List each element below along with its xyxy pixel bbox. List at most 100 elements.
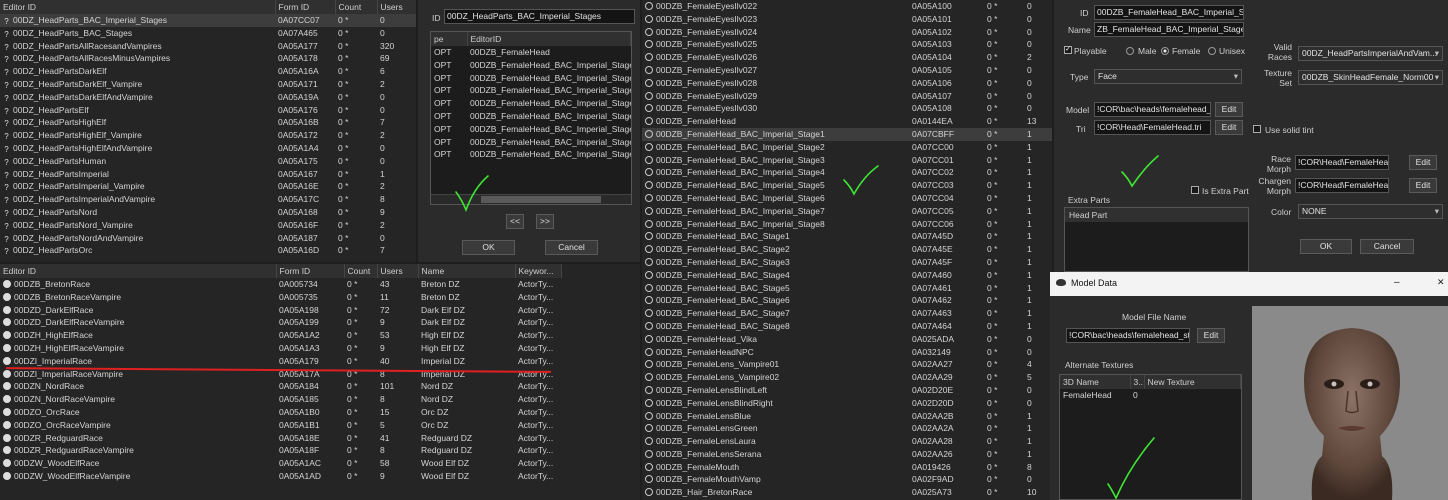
table-row[interactable]: ? 00DZ_HeadParts_BAC_Stages 0A07A465 0 * 0: [0, 27, 416, 40]
table-row[interactable]: 00DZB_FemaleMouth 0A019426 0 * 8: [642, 461, 1052, 474]
model-field[interactable]: !COR\bac\heads\femalehead_s: [1094, 102, 1211, 117]
chargen-morph-field[interactable]: !COR\Head\FemaleHeadCharG: [1295, 178, 1389, 193]
column-header[interactable]: 3..: [1130, 375, 1145, 389]
table-row[interactable]: 00DZB_FemaleLens_Vampire01 0A02AA27 0 * 4: [642, 358, 1052, 371]
table-row[interactable]: ? 00DZ_HeadPartsDarkElf 0A05A16A 0 * 6: [0, 65, 416, 78]
column-header[interactable]: 3D Name: [1060, 375, 1131, 389]
table-row[interactable]: ? 00DZ_HeadPartsImperial_Vampire 0A05A16E 0…: [0, 180, 416, 193]
table-row[interactable]: 00DZB_FemaleLensBlue 0A02AA2B 0 * 1: [642, 410, 1052, 423]
valid-races-select[interactable]: 00DZ_HeadPartsImperialAndVam...: [1298, 46, 1443, 61]
race-morph-field[interactable]: !COR\Head\FemaleHeadRaces: [1295, 155, 1389, 170]
table-row[interactable]: 00DZB_FemaleHead_BAC_Stage1 0A07A45D 0 * 1: [642, 230, 1052, 243]
table-row[interactable]: FemaleHead 0: [1060, 389, 1241, 402]
table-row[interactable]: 00DZB_FemaleHead_Vika 0A025ADA 0 * 0: [642, 333, 1052, 346]
table-row[interactable]: 00DZB_FemaleLensLaura 0A02AA28 0 * 1: [642, 435, 1052, 448]
table-row[interactable]: ? 00DZ_HeadPartsElf 0A05A176 0 * 0: [0, 104, 416, 117]
table-row[interactable]: ? 00DZ_HeadPartsHighElf_Vampire 0A05A172 0 …: [0, 129, 416, 142]
column-header[interactable]: Editor ID: [0, 264, 277, 278]
column-header[interactable]: Users: [377, 264, 419, 278]
table-row[interactable]: 00DZR_RedguardRaceVampire 0A05A18F 0 * 8 Red…: [0, 444, 640, 457]
table-row[interactable]: 00DZB_FemaleHead_BAC_Stage8 0A07A464 0 * 1: [642, 320, 1052, 333]
table-row[interactable]: 00DZD_DarkElfRaceVampire 0A05A199 0 * 9 Dark…: [0, 316, 640, 329]
cancel-button[interactable]: Cancel: [545, 240, 598, 255]
close-button[interactable]: ✕: [1437, 277, 1445, 288]
extra-parts-list[interactable]: Head Part: [1064, 207, 1249, 272]
table-row[interactable]: 00DZB_FemaleLensBlindRight 0A02D20D 0 * 0: [642, 397, 1052, 410]
table-row[interactable]: ? 00DZ_HeadPartsNord 0A05A168 0 * 9: [0, 206, 416, 219]
table-row[interactable]: ? 00DZ_HeadPartsHuman 0A05A175 0 * 0: [0, 155, 416, 168]
table-row[interactable]: 00DZB_BretonRace 0A005734 0 * 43 Breton DZ Ac…: [0, 278, 640, 291]
table-row[interactable]: ? 00DZ_HeadParts_BAC_Imperial_Stages 0A07C…: [0, 14, 416, 27]
name-field[interactable]: ZB_FemaleHead_BAC_Imperial_Stage1: [1094, 22, 1244, 37]
column-header[interactable]: EditorID: [467, 32, 631, 46]
column-header[interactable]: Count: [335, 0, 378, 14]
scrollbar-thumb[interactable]: [481, 196, 601, 203]
tri-field[interactable]: !COR\Head\FemaleHead.tri: [1094, 120, 1211, 135]
race-morph-edit-button[interactable]: Edit: [1409, 155, 1437, 170]
table-row[interactable]: 00DZW_WoodElfRace 0A05A1AC 0 * 58 Wood Elf D…: [0, 457, 640, 470]
table-row[interactable]: 00DZB_BretonRaceVampire 0A005735 0 * 11 Bret…: [0, 291, 640, 304]
table-row[interactable]: 00DZN_NordRaceVampire 0A05A185 0 * 8 Nord DZ…: [0, 393, 640, 406]
column-header[interactable]: pe: [431, 32, 468, 46]
column-header[interactable]: Users: [377, 0, 416, 14]
table-row[interactable]: 00DZW_WoodElfRaceVampire 0A05A1AD 0 * 9 Wood…: [0, 470, 640, 483]
table-row[interactable]: 00DZB_FemaleLensSerana 0A02AA26 0 * 1: [642, 448, 1052, 461]
table-row[interactable]: OPT 00DZB_FemaleHead_BAC_Imperial_Stage4: [431, 97, 631, 110]
table-row[interactable]: 00DZI_ImperialRace 0A05A179 0 * 40 Imperial …: [0, 355, 640, 368]
color-select[interactable]: NONE: [1298, 204, 1443, 219]
table-row[interactable]: 00DZB_FemaleEyesIlv022 0A05A100 0 * 0: [642, 0, 1052, 13]
table-row[interactable]: OPT 00DZB_FemaleHead_BAC_Imperial_Stage5: [431, 110, 631, 123]
table-row[interactable]: 00DZB_FemaleHead 0A0144EA 0 * 13: [642, 115, 1052, 128]
table-row[interactable]: 00DZB_FemaleHead_BAC_Imperial_Stage2 0A07…: [642, 141, 1052, 154]
table-row[interactable]: 00DZB_FemaleHead_BAC_Imperial_Stage7 0A07…: [642, 205, 1052, 218]
table-row[interactable]: 00DZB_FemaleEyesIlv029 0A05A107 0 * 0: [642, 90, 1052, 103]
column-header[interactable]: Name: [418, 264, 516, 278]
table-row[interactable]: 00DZH_HighElfRaceVampire 0A05A1A3 0 * 9 High…: [0, 342, 640, 355]
table-row[interactable]: 00DZB_Hair_BretonRace 0A025A73 0 * 10: [642, 486, 1052, 499]
column-header[interactable]: Form ID: [275, 0, 336, 14]
minimize-button[interactable]: –: [1394, 277, 1400, 288]
table-row[interactable]: 00DZB_FemaleLensGreen 0A02AA2A 0 * 1: [642, 422, 1052, 435]
table-row[interactable]: 00DZB_FemaleHead_BAC_Stage4 0A07A460 0 * 1: [642, 269, 1052, 282]
ok-button[interactable]: OK: [1300, 239, 1352, 254]
table-row[interactable]: ? 00DZ_HeadPartsHighElf 0A05A16B 0 * 7: [0, 116, 416, 129]
table-row[interactable]: 00DZB_FemaleEyesIlv025 0A05A103 0 * 0: [642, 38, 1052, 51]
is-extra-part-checkbox[interactable]: [1191, 186, 1199, 194]
table-row[interactable]: ? 00DZ_HeadPartsNordAndVampire 0A05A187 0 *…: [0, 232, 416, 245]
table-row[interactable]: 00DZD_DarkElfRace 0A05A198 0 * 72 Dark Elf D…: [0, 304, 640, 317]
table-row[interactable]: 00DZR_RedguardRace 0A05A18E 0 * 41 Redguard …: [0, 432, 640, 445]
type-select[interactable]: Face: [1094, 69, 1242, 84]
table-row[interactable]: OPT 00DZB_FemaleHead_BAC_Imperial_Stage2: [431, 72, 631, 85]
unisex-radio[interactable]: [1208, 47, 1216, 55]
table-row[interactable]: ? 00DZ_HeadPartsNord_Vampire 0A05A16F 0 * 2: [0, 219, 416, 232]
female-radio[interactable]: [1161, 47, 1169, 55]
table-row[interactable]: OPT 00DZB_FemaleHead_BAC_Imperial_Stage6: [431, 123, 631, 136]
table-row[interactable]: 00DZB_FemaleLens_Vampire02 0A02AA29 0 * 5: [642, 371, 1052, 384]
table-row[interactable]: OPT 00DZB_FemaleHead_BAC_Imperial_Stage3: [431, 84, 631, 97]
table-row[interactable]: 00DZH_HighElfRace 0A05A1A2 0 * 53 High Elf D…: [0, 329, 640, 342]
table-row[interactable]: 00DZB_FemaleEyesIlv026 0A05A104 0 * 2: [642, 51, 1052, 64]
model-file-field[interactable]: !COR\bac\heads\femalehead_stage: [1066, 328, 1190, 343]
table-row[interactable]: 00DZB_FemaleHead_BAC_Stage5 0A07A461 0 * 1: [642, 282, 1052, 295]
column-header[interactable]: New Texture: [1144, 375, 1241, 389]
table-row[interactable]: 00DZB_FemaleEyesIlv027 0A05A105 0 * 0: [642, 64, 1052, 77]
table-row[interactable]: 00DZB_FemaleHead_BAC_Imperial_Stage8 0A07…: [642, 218, 1052, 231]
table-row[interactable]: OPT 00DZB_FemaleHead_BAC_Imperial_Stage1: [431, 59, 631, 72]
table-row[interactable]: ? 00DZ_HeadPartsAllRacesMinusVampires 0A05…: [0, 52, 416, 65]
table-row[interactable]: ? 00DZ_HeadPartsOrc 0A05A16D 0 * 7: [0, 244, 416, 257]
id-field[interactable]: 00DZ_HeadParts_BAC_Imperial_Stages: [444, 9, 635, 24]
table-row[interactable]: 00DZO_OrcRace 0A05A1B0 0 * 15 Orc DZ ActorTy.…: [0, 406, 640, 419]
table-row[interactable]: OPT 00DZB_FemaleHead: [431, 46, 631, 59]
table-row[interactable]: 00DZB_FemaleEyesIlv024 0A05A102 0 * 0: [642, 26, 1052, 39]
table-row[interactable]: 00DZB_FemaleHeadNPC 0A032149 0 * 0: [642, 346, 1052, 359]
table-row[interactable]: 00DZB_FemaleHead_BAC_Stage3 0A07A45F 0 * 1: [642, 256, 1052, 269]
table-row[interactable]: 00DZB_FemaleEyesIlv028 0A05A106 0 * 0: [642, 77, 1052, 90]
table-row[interactable]: 00DZB_FemaleHead_BAC_Stage6 0A07A462 0 * 1: [642, 294, 1052, 307]
table-row[interactable]: ? 00DZ_HeadPartsDarkElfAndVampire 0A05A19A…: [0, 91, 416, 104]
table-row[interactable]: 00DZB_FemaleLensBlindLeft 0A02D20E 0 * 0: [642, 384, 1052, 397]
model-edit-button[interactable]: Edit: [1215, 102, 1243, 117]
table-row[interactable]: 00DZB_FemaleMouthVamp 0A02F9AD 0 * 0: [642, 473, 1052, 486]
table-row[interactable]: 00DZB_FemaleHead_BAC_Stage7 0A07A463 0 * 1: [642, 307, 1052, 320]
male-radio[interactable]: [1126, 47, 1134, 55]
tri-edit-button[interactable]: Edit: [1215, 120, 1243, 135]
